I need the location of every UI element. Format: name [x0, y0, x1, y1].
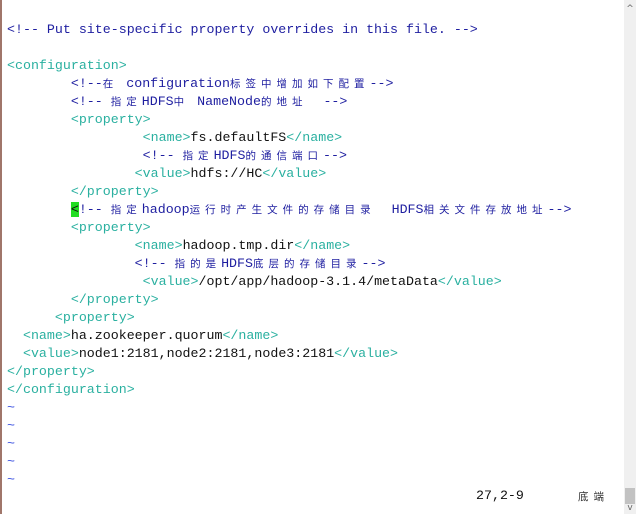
comment: 底层的存储目录	[253, 258, 362, 270]
comment: HDFS	[141, 94, 174, 109]
code-line[interactable]: <name>fs.defaultFS</name>	[7, 129, 343, 147]
comment: -->	[547, 202, 572, 217]
xml-tag: </property>	[7, 184, 159, 199]
comment: 的地址	[260, 96, 308, 108]
comment: 在	[102, 78, 119, 90]
tilde: ~	[7, 454, 15, 469]
code-line[interactable]: <value>/opt/app/hadoop-3.1.4/metaData</v…	[7, 273, 502, 291]
comment: -->	[369, 76, 394, 91]
comment: -->	[322, 148, 347, 163]
comment: 指定	[182, 150, 214, 162]
scrollbar[interactable]: ^ v	[624, 0, 636, 514]
code-line[interactable]: </configuration>	[7, 381, 135, 399]
code-line[interactable]: </property>	[7, 363, 95, 381]
empty-line-marker[interactable]: ~	[7, 471, 15, 489]
comment: 运行时产生文件的存储目录	[189, 204, 376, 216]
xml-tag: <value>	[7, 274, 199, 289]
comment: -->	[307, 94, 348, 109]
xml-tag: <name>	[7, 130, 191, 145]
code-line[interactable]: <name>hadoop.tmp.dir</name>	[7, 237, 350, 255]
code-line[interactable]: <configuration>	[7, 57, 127, 75]
scrollbar-thumb[interactable]	[625, 488, 635, 504]
xml-tag: <value>	[7, 346, 79, 361]
tilde: ~	[7, 436, 15, 451]
code-line[interactable]: </property>	[7, 183, 159, 201]
xml-tag: <property>	[7, 220, 151, 235]
comment: 中	[173, 96, 190, 108]
empty-line-marker[interactable]: ~	[7, 399, 15, 417]
xml-tag: </name>	[222, 328, 279, 343]
comment: HDFS	[213, 148, 246, 163]
xml-text: node1:2181,node2:2181,node3:2181	[78, 346, 335, 361]
comment: 指的是	[174, 258, 222, 270]
xml-tag: <configuration>	[7, 58, 127, 73]
comment: <!-- Put site-specific property override…	[7, 22, 478, 37]
code-line[interactable]: <name>ha.zookeeper.quorum</name>	[7, 327, 278, 345]
xml-text: hdfs://HC	[190, 166, 263, 181]
comment: 指定	[110, 96, 142, 108]
xml-text: ha.zookeeper.quorum	[70, 328, 223, 343]
status-line: 27,2-9 底端	[0, 488, 624, 506]
comment: HDFS	[375, 202, 424, 217]
comment: <!--	[7, 148, 183, 163]
code-line[interactable]: <!-- 指定HDFS的通信端口-->	[7, 147, 347, 165]
xml-tag: </name>	[286, 130, 343, 145]
comment: <!--	[7, 94, 111, 109]
xml-text: /opt/app/hadoop-3.1.4/metaData	[198, 274, 438, 289]
code-line[interactable]: </property>	[7, 291, 159, 309]
empty-line-marker[interactable]: ~	[7, 453, 15, 471]
xml-tag: </property>	[7, 364, 95, 379]
vim-editor[interactable]: <!-- Put site-specific property override…	[0, 0, 624, 514]
code-line[interactable]: <value>node1:2181,node2:2181,node3:2181<…	[7, 345, 398, 363]
xml-tag: </name>	[294, 238, 351, 253]
tilde: ~	[7, 418, 15, 433]
xml-tag: </property>	[7, 292, 159, 307]
xml-tag: </value>	[334, 346, 399, 361]
xml-text: hadoop.tmp.dir	[182, 238, 295, 253]
code-line[interactable]: <value>hdfs://HC</value>	[7, 165, 327, 183]
code-line[interactable]: <!-- 指定hadoop运行时产生文件的存储目录 HDFS相关文件存放地址--…	[7, 201, 571, 219]
scroll-position: 底端	[578, 491, 609, 503]
xml-tag: </value>	[437, 274, 502, 289]
xml-tag: <name>	[7, 328, 71, 343]
comment: <!--	[7, 76, 103, 91]
empty-line-marker[interactable]: ~	[7, 417, 15, 435]
code-line[interactable]: <!-- 指的是HDFS底层的存储目录-->	[7, 255, 386, 273]
empty-line-marker[interactable]: ~	[7, 435, 15, 453]
comment: 指定	[110, 204, 142, 216]
tilde: ~	[7, 400, 15, 415]
comment	[7, 202, 71, 217]
code-line[interactable]: <!--在 configuration标签中增加如下配置-->	[7, 75, 394, 93]
comment: 的通信端口	[245, 150, 323, 162]
comment: !--	[78, 202, 111, 217]
xml-tag: <value>	[7, 166, 191, 181]
comment: 标签中增加如下配置	[229, 78, 370, 90]
comment: <!--	[7, 256, 175, 271]
xml-tag: <name>	[7, 238, 183, 253]
cursor-position: 27,2-9	[476, 488, 524, 503]
scroll-down-icon[interactable]: v	[624, 503, 636, 513]
xml-text: fs.defaultFS	[190, 130, 287, 145]
xml-tag: </configuration>	[7, 382, 135, 397]
xml-tag: <property>	[7, 112, 151, 127]
comment: hadoop	[141, 202, 190, 217]
cursor: <	[70, 202, 79, 217]
code-line[interactable]: <!-- Put site-specific property override…	[7, 21, 478, 39]
comment: -->	[361, 256, 386, 271]
code-line[interactable]: <property>	[7, 219, 151, 237]
code-line[interactable]: <property>	[7, 309, 135, 327]
scroll-up-icon[interactable]: ^	[624, 4, 636, 14]
comment: HDFS	[221, 256, 253, 271]
tilde: ~	[7, 472, 15, 487]
xml-tag: <property>	[7, 310, 135, 325]
comment: 相关文件存放地址	[423, 204, 548, 216]
comment: configuration	[118, 76, 230, 91]
code-line[interactable]: <!-- 指定HDFS中 NameNode的地址 -->	[7, 93, 348, 111]
xml-tag: </value>	[262, 166, 327, 181]
code-line[interactable]: <property>	[7, 111, 151, 129]
comment: NameNode	[189, 94, 261, 109]
